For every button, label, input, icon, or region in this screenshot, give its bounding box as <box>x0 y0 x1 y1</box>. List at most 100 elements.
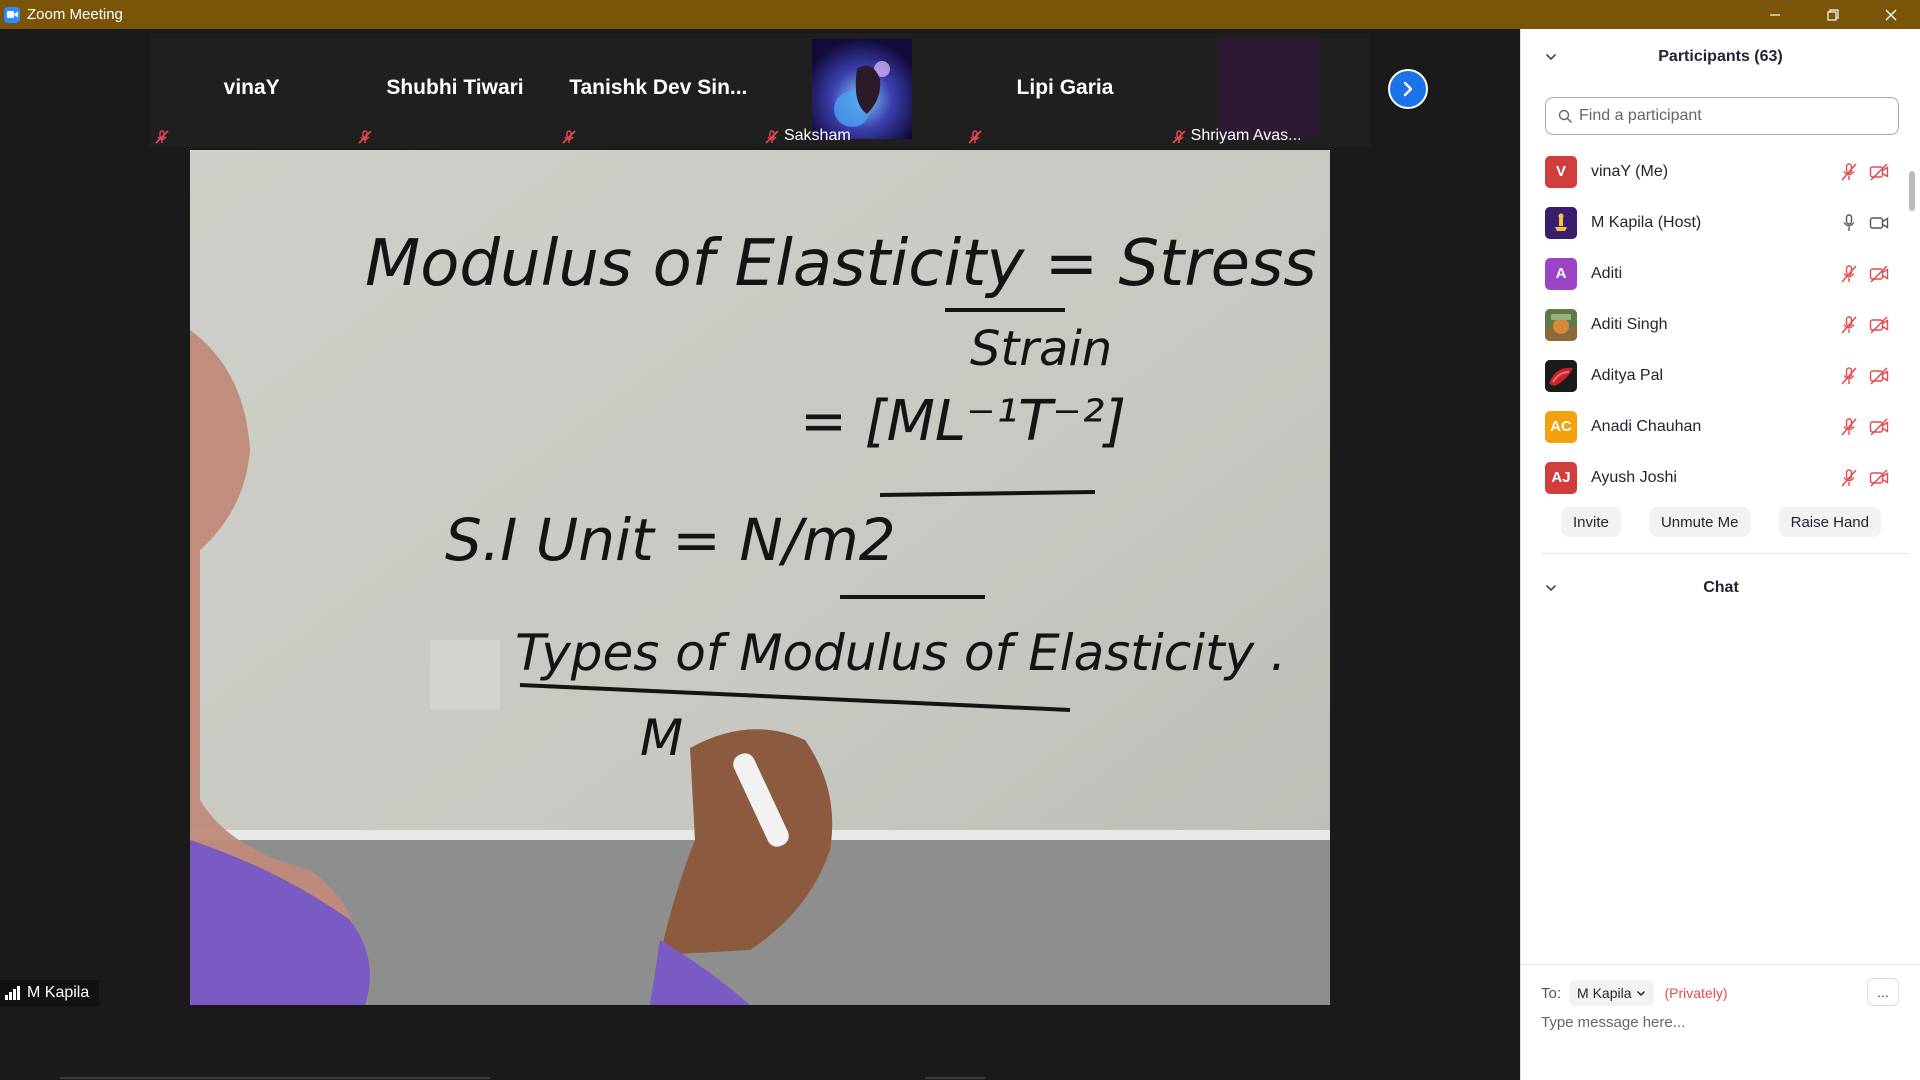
raise-hand-button[interactable]: Raise Hand <box>1778 507 1881 537</box>
tile-label: Shriyam Avas... <box>1190 127 1302 144</box>
mic-muted-icon <box>562 130 576 144</box>
photo-avatar <box>1545 359 1577 392</box>
avatar <box>1545 206 1577 239</box>
chevron-down-icon[interactable] <box>1545 582 1557 594</box>
whiteboard-line: = [ML⁻¹T⁻²] <box>800 389 1126 454</box>
recipient-name: M Kapila <box>1577 985 1632 1001</box>
minimize-button[interactable] <box>1746 0 1804 29</box>
chevron-right-icon <box>1403 81 1413 97</box>
participant-row[interactable]: V vinaY (Me) <box>1521 146 1913 197</box>
mic-muted-icon[interactable] <box>1839 315 1859 335</box>
more-options-button[interactable]: ... <box>1867 978 1899 1006</box>
minimize-icon <box>1770 13 1780 16</box>
participant-name: Aditya Pal <box>1591 366 1664 384</box>
whiteboard-line: M <box>640 709 683 767</box>
main-video: Modulus of Elasticity = Stress Strain = … <box>190 150 1330 1005</box>
participant-name: M Kapila (Host) <box>1591 213 1702 231</box>
chat-title: Chat <box>1703 579 1739 596</box>
video-off-icon[interactable] <box>1869 417 1889 437</box>
video-icon[interactable] <box>1869 213 1889 233</box>
video-off-icon[interactable] <box>1869 468 1889 488</box>
restore-icon <box>1827 8 1839 21</box>
participant-name: Aditi <box>1591 264 1623 282</box>
mic-muted-icon <box>765 130 779 144</box>
recipient-select[interactable]: M Kapila <box>1569 980 1655 1006</box>
mic-muted-icon[interactable] <box>1839 468 1859 488</box>
participants-header: Participants (63) <box>1521 29 1920 85</box>
avatar: AC <box>1545 410 1577 443</box>
whiteboard-line: S.I Unit = N/m2 <box>445 506 896 574</box>
invite-button[interactable]: Invite <box>1561 507 1621 537</box>
mic-muted-icon <box>358 130 372 144</box>
saksham-avatar <box>811 39 912 139</box>
host-avatar-icon <box>1545 206 1577 239</box>
shriyam-video-thumb <box>1218 39 1319 139</box>
participant-name: Anadi Chauhan <box>1591 417 1702 435</box>
video-tile[interactable]: Shriyam Avas... <box>1166 34 1370 147</box>
next-page-button[interactable] <box>1388 69 1428 109</box>
chevron-down-icon <box>1637 990 1646 997</box>
divider <box>925 1077 985 1079</box>
tile-name: Tanishk Dev Sin... <box>569 76 748 99</box>
restore-button[interactable] <box>1804 0 1862 29</box>
avatar: V <box>1545 155 1577 188</box>
video-off-icon[interactable] <box>1869 162 1889 182</box>
signal-strength-icon <box>5 986 20 1000</box>
close-button[interactable] <box>1862 0 1920 29</box>
participant-row[interactable]: AC Anadi Chauhan <box>1521 401 1913 452</box>
participant-row[interactable]: A Aditi <box>1521 248 1913 299</box>
video-strip: vinaY Shubhi Tiwari Tanishk Dev Sin... S… <box>150 34 1370 147</box>
chat-message-input[interactable] <box>1541 1014 1901 1031</box>
active-speaker-label: M Kapila <box>0 980 100 1006</box>
tile-name: Shubhi Tiwari <box>386 76 524 99</box>
avatar: A <box>1545 257 1577 290</box>
video-off-icon[interactable] <box>1869 315 1889 335</box>
window-title: Zoom Meeting <box>27 6 123 23</box>
to-label: To: <box>1541 984 1562 1002</box>
meeting-area: vinaY Shubhi Tiwari Tanishk Dev Sin... S… <box>0 29 1520 1080</box>
mic-muted-icon[interactable] <box>1839 417 1859 437</box>
video-off-icon[interactable] <box>1869 366 1889 386</box>
mic-muted-icon <box>1172 130 1186 144</box>
participant-row[interactable]: M Kapila (Host) <box>1521 197 1913 248</box>
mic-muted-icon[interactable] <box>1839 162 1859 182</box>
tile-label: Saksham <box>783 127 851 144</box>
participants-title: Participants (63) <box>1658 48 1783 65</box>
participant-name: Aditi Singh <box>1591 315 1668 333</box>
mic-muted-icon[interactable] <box>1839 264 1859 284</box>
participant-search[interactable] <box>1545 97 1899 135</box>
unmute-me-button[interactable]: Unmute Me <box>1648 507 1751 537</box>
video-tile[interactable]: Saksham <box>759 34 964 147</box>
participant-row[interactable]: AJ Ayush Joshi <box>1521 452 1913 503</box>
close-icon <box>1885 9 1897 20</box>
mic-muted-icon <box>155 130 169 144</box>
divider <box>1521 964 1920 965</box>
participant-list-scrollbar[interactable] <box>1909 171 1915 211</box>
mic-muted-icon[interactable] <box>1839 366 1859 386</box>
participant-actions: Invite Unmute Me Raise Hand <box>1561 507 1881 537</box>
whiteboard-line: Modulus of Elasticity = Stress <box>365 227 1317 301</box>
mic-icon[interactable] <box>1839 213 1859 233</box>
avatar <box>1545 308 1577 341</box>
chat-recipient-row: To: M Kapila (Privately) ... <box>1541 978 1911 1008</box>
chevron-down-icon[interactable] <box>1545 51 1557 63</box>
privacy-label: (Privately) <box>1664 985 1728 1001</box>
title-bar: Zoom Meeting <box>0 0 1920 29</box>
avatar <box>1545 359 1577 392</box>
speaker-name: M Kapila <box>27 984 90 1001</box>
video-tile[interactable]: Tanishk Dev Sin... <box>556 34 760 147</box>
search-input[interactable] <box>1579 107 1879 125</box>
mic-muted-icon <box>968 130 982 144</box>
video-tile[interactable]: Shubhi Tiwari <box>353 34 557 147</box>
video-tile[interactable]: vinaY <box>150 34 354 147</box>
participant-row[interactable]: Aditi Singh <box>1521 299 1913 350</box>
participant-row[interactable]: Aditya Pal <box>1521 350 1913 401</box>
participant-name: Ayush Joshi <box>1591 468 1677 486</box>
video-off-icon[interactable] <box>1869 264 1889 284</box>
avatar: AJ <box>1545 461 1577 494</box>
zoom-app-icon <box>4 6 20 23</box>
search-icon <box>1558 109 1572 123</box>
whiteboard-line: Strain <box>970 321 1112 377</box>
video-tile[interactable]: Lipi Garia <box>963 34 1167 147</box>
photo-avatar <box>1545 308 1577 341</box>
